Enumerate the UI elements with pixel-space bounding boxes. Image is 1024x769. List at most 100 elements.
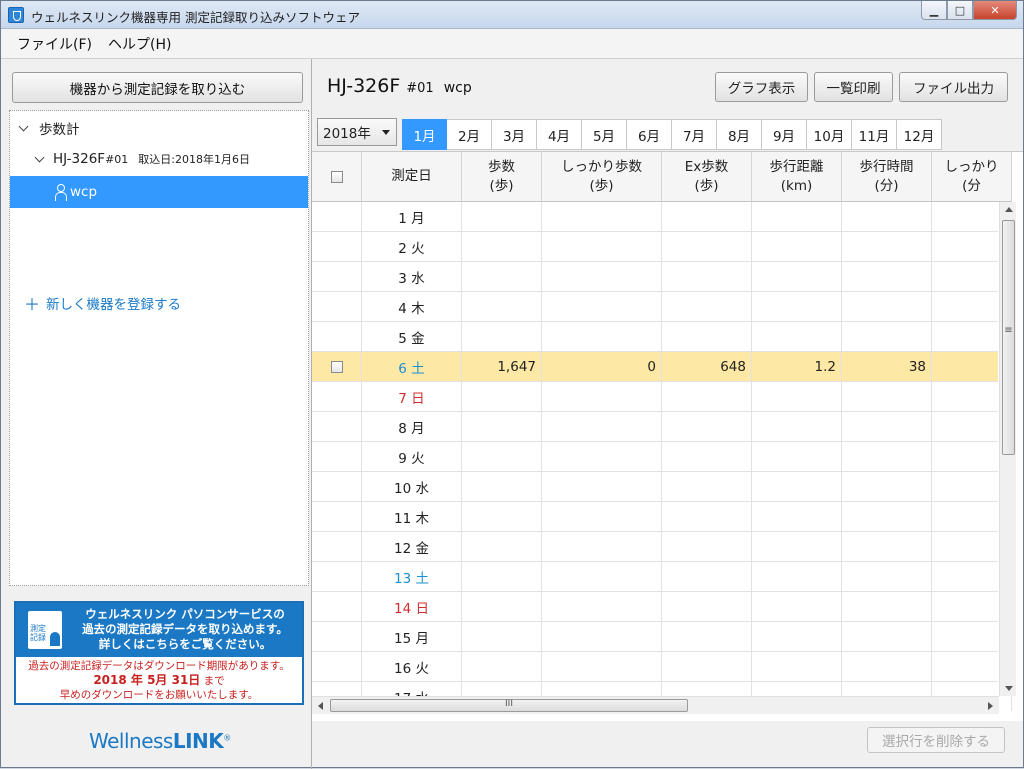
month-tab-12[interactable]: 12月 [897,119,942,150]
table-row[interactable]: 11 木 [312,502,1012,532]
month-tab-3[interactable]: 3月 [492,119,537,150]
month-tab-5[interactable]: 5月 [582,119,627,150]
year-select[interactable]: 2018年 [317,118,397,146]
value-cell [662,502,752,531]
pc-service-banner[interactable]: 測定記録 ウェルネスリンク パソコンサービスの 過去の測定記録データを取り込めま… [14,601,304,705]
table-row[interactable]: 6 土 1,647 0 648 1.2 38 [312,352,1012,382]
table-row[interactable]: 3 水 [312,262,1012,292]
month-tab-1[interactable]: 1月 [402,119,447,150]
table-row[interactable]: 7 日 [312,382,1012,412]
value-cell [542,322,662,351]
minimize-button[interactable]: ▁ [921,1,947,20]
menu-help[interactable]: ヘルプ(H) [100,34,179,54]
row-select-cell[interactable] [312,562,362,591]
row-select-cell[interactable] [312,472,362,501]
row-select-cell[interactable] [312,622,362,651]
row-select-cell[interactable] [312,322,362,351]
row-select-cell[interactable] [312,592,362,621]
horizontal-scroll-thumb[interactable]: III [330,699,688,712]
value-cell [752,652,842,681]
month-tab-2[interactable]: 2月 [447,119,492,150]
scroll-right-icon[interactable] [988,702,993,710]
column-header-label: 歩行距離 [769,158,824,175]
close-button[interactable]: ✕ [973,1,1017,20]
month-tab-11[interactable]: 11月 [852,119,897,150]
title-bar[interactable]: ウェルネスリンク機器専用 測定記録取り込みソフトウェア ▁ □ ✕ [1,1,1023,29]
row-select-cell[interactable] [312,442,362,471]
table-row[interactable]: 13 土 [312,562,1012,592]
print-list-button[interactable]: 一覧印刷 [814,72,893,102]
value-cell [542,472,662,501]
column-header-0[interactable] [312,152,362,202]
table-row[interactable]: 8 月 [312,412,1012,442]
month-tab-7[interactable]: 7月 [672,119,717,150]
tree-item-pedometer[interactable]: 歩数計 [10,113,308,143]
vertical-scrollbar[interactable]: ≡ [999,202,1016,696]
row-select-cell[interactable] [312,352,362,381]
plus-icon: ＋ [24,295,41,314]
measurement-date-cell: 15 月 [362,622,462,651]
import-records-button[interactable]: 機器から測定記録を取り込む [12,72,303,103]
chevron-down-icon[interactable] [18,121,29,131]
row-select-cell[interactable] [312,382,362,411]
month-tab-8[interactable]: 8月 [717,119,762,150]
row-select-cell[interactable] [312,412,362,441]
horizontal-scrollbar[interactable]: III [312,696,999,714]
table-row[interactable]: 12 金 [312,532,1012,562]
value-cell [662,592,752,621]
table-row[interactable]: 2 火 [312,232,1012,262]
value-cell [462,322,542,351]
value-cell [842,622,932,651]
value-cell [752,412,842,441]
row-select-cell[interactable] [312,262,362,291]
menu-file[interactable]: ファイル(F) [9,34,100,54]
row-select-cell[interactable] [312,232,362,261]
value-cell [542,622,662,651]
vertical-scroll-thumb[interactable]: ≡ [1002,220,1015,455]
tree-item-user[interactable]: wcp [10,176,308,208]
device-user: wcp [443,80,472,96]
measurement-date-cell: 1 月 [362,202,462,231]
value-cell [752,292,842,321]
month-tab-6[interactable]: 6月 [627,119,672,150]
month-tab-9[interactable]: 9月 [762,119,807,150]
value-cell: 648 [662,352,752,381]
month-tab-10[interactable]: 10月 [807,119,852,150]
tree-item-device[interactable]: HJ-326F #01 取込日:2018年1月6日 [10,144,308,174]
banner-notice-2: 早めのダウンロードをお願いいたします。 [59,689,259,701]
maximize-button[interactable]: □ [947,1,973,20]
row-select-cell[interactable] [312,502,362,531]
chevron-down-icon[interactable] [34,152,45,162]
value-cell [842,502,932,531]
row-select-cell[interactable] [312,202,362,231]
table-row[interactable]: 1 月 [312,202,1012,232]
measurement-date-cell: 3 水 [362,262,462,291]
value-cell [662,202,752,231]
value-cell: 0 [542,352,662,381]
table-row[interactable]: 16 火 [312,652,1012,682]
table-row[interactable]: 9 火 [312,442,1012,472]
value-cell [662,652,752,681]
row-select-cell[interactable] [312,292,362,321]
row-checkbox[interactable] [330,360,343,373]
app-shield-icon [8,7,24,23]
logo-text-link: LINK [172,729,224,753]
file-export-button[interactable]: ファイル出力 [899,72,1008,102]
row-select-cell[interactable] [312,532,362,561]
column-header-label: 測定日 [391,168,432,184]
graph-button[interactable]: グラフ表示 [715,72,808,102]
value-cell: 38 [842,352,932,381]
scroll-up-icon[interactable] [1005,207,1013,212]
table-row[interactable]: 15 月 [312,622,1012,652]
table-row[interactable]: 14 日 [312,592,1012,622]
month-tab-4[interactable]: 4月 [537,119,582,150]
table-row[interactable]: 10 水 [312,472,1012,502]
scroll-left-icon[interactable] [318,702,323,710]
scroll-down-icon[interactable] [1005,686,1013,691]
value-cell [752,382,842,411]
row-select-cell[interactable] [312,652,362,681]
select-all-checkbox[interactable] [330,170,343,183]
table-row[interactable]: 4 木 [312,292,1012,322]
table-row[interactable]: 5 金 [312,322,1012,352]
register-device-link[interactable]: ＋ 新しく機器を登録する [24,291,181,315]
